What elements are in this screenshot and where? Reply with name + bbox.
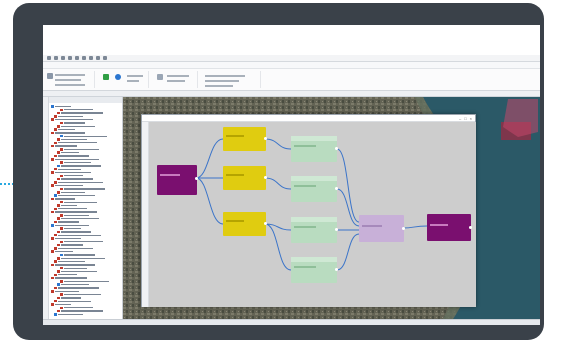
maximize-icon[interactable]: □: [464, 116, 466, 121]
layer-icon: [51, 290, 54, 293]
dialog-title: [142, 115, 475, 122]
node-merge[interactable]: [359, 215, 405, 242]
layer-icon: [51, 158, 54, 161]
output-port[interactable]: [335, 147, 338, 150]
node-label: [291, 176, 337, 181]
status-bar: [43, 319, 540, 325]
output-port[interactable]: [335, 228, 338, 231]
layer-icon: [51, 144, 54, 148]
node-label: [223, 166, 266, 171]
window-controls: – □ ×: [459, 116, 472, 121]
output-port[interactable]: [195, 177, 198, 180]
ribbon-tabs: [43, 62, 540, 69]
node-filter-1[interactable]: [223, 127, 267, 151]
contents-panel: [43, 97, 123, 319]
minimize-icon[interactable]: –: [459, 116, 461, 121]
ribbon: [43, 69, 540, 91]
promo-illustration: – □ ×: [0, 0, 562, 344]
layer-icon: [51, 210, 54, 214]
layer-icon: [54, 313, 57, 316]
node-label: [291, 136, 337, 141]
layer-icon: [51, 118, 54, 121]
node-transform-2[interactable]: [291, 176, 338, 202]
node-label: [427, 214, 471, 219]
ribbon-group-selection: [201, 71, 261, 88]
layer-icon: [51, 131, 54, 135]
node-label: [223, 127, 266, 132]
layer-icon: [51, 250, 54, 253]
node-transform-3[interactable]: [291, 217, 338, 243]
side-tool-strip: [43, 97, 49, 319]
layer-icon: [51, 197, 54, 201]
ribbon-group-clipboard: [45, 71, 95, 88]
undo-icon[interactable]: [54, 56, 58, 60]
layer-icon: [51, 303, 54, 306]
paste-large-icon[interactable]: [47, 73, 53, 79]
new-icon[interactable]: [75, 56, 79, 60]
layer-icon: [51, 224, 54, 227]
output-port[interactable]: [402, 227, 405, 230]
node-transform-1[interactable]: [291, 136, 338, 162]
quick-access-toolbar: [43, 55, 540, 62]
layer-icon: [51, 276, 54, 280]
node-output[interactable]: [427, 214, 472, 241]
play-icon[interactable]: [103, 74, 109, 80]
output-port[interactable]: [264, 222, 267, 225]
app-screen: – □ ×: [43, 25, 540, 325]
panel-header: [43, 97, 122, 103]
layer-icon: [51, 263, 54, 267]
output-port[interactable]: [469, 226, 472, 229]
cut-icon[interactable]: [89, 56, 93, 60]
node-label: [291, 257, 337, 262]
node-source[interactable]: [157, 165, 198, 195]
blank-header-area: [43, 25, 540, 55]
output-port[interactable]: [335, 268, 338, 271]
copy-icon[interactable]: [96, 56, 100, 60]
layer-icon: [51, 184, 54, 187]
node-label: [157, 165, 197, 170]
print-icon[interactable]: [82, 56, 86, 60]
ribbon-group-layer: [153, 71, 198, 88]
output-port[interactable]: [335, 187, 338, 190]
layer-icon: [51, 105, 54, 108]
layer-icon: [51, 171, 54, 174]
output-port[interactable]: [264, 137, 267, 140]
map-view[interactable]: – □ ×: [123, 97, 540, 319]
node-transform-4[interactable]: [291, 257, 338, 283]
tree-item[interactable]: [54, 313, 83, 316]
connector-dots: [0, 183, 14, 185]
model-builder-window[interactable]: – □ ×: [141, 114, 476, 307]
open-icon[interactable]: [68, 56, 72, 60]
save-icon[interactable]: [47, 56, 51, 60]
workflow-canvas[interactable]: [149, 122, 476, 307]
paste-icon[interactable]: [103, 56, 107, 60]
device-frame: – □ ×: [13, 3, 544, 340]
layer-icon[interactable]: [157, 74, 163, 80]
info-icon[interactable]: [115, 74, 121, 80]
node-filter-3[interactable]: [223, 212, 267, 236]
node-filter-2[interactable]: [223, 166, 267, 190]
node-label: [359, 215, 404, 220]
node-label: [291, 217, 337, 222]
output-port[interactable]: [264, 176, 267, 179]
layer-icon: [51, 237, 54, 240]
ribbon-group-navigate: [99, 71, 149, 88]
node-label: [223, 212, 266, 217]
close-icon[interactable]: ×: [470, 116, 472, 121]
redo-icon[interactable]: [61, 56, 65, 60]
dialog-side-strip: [142, 122, 149, 307]
